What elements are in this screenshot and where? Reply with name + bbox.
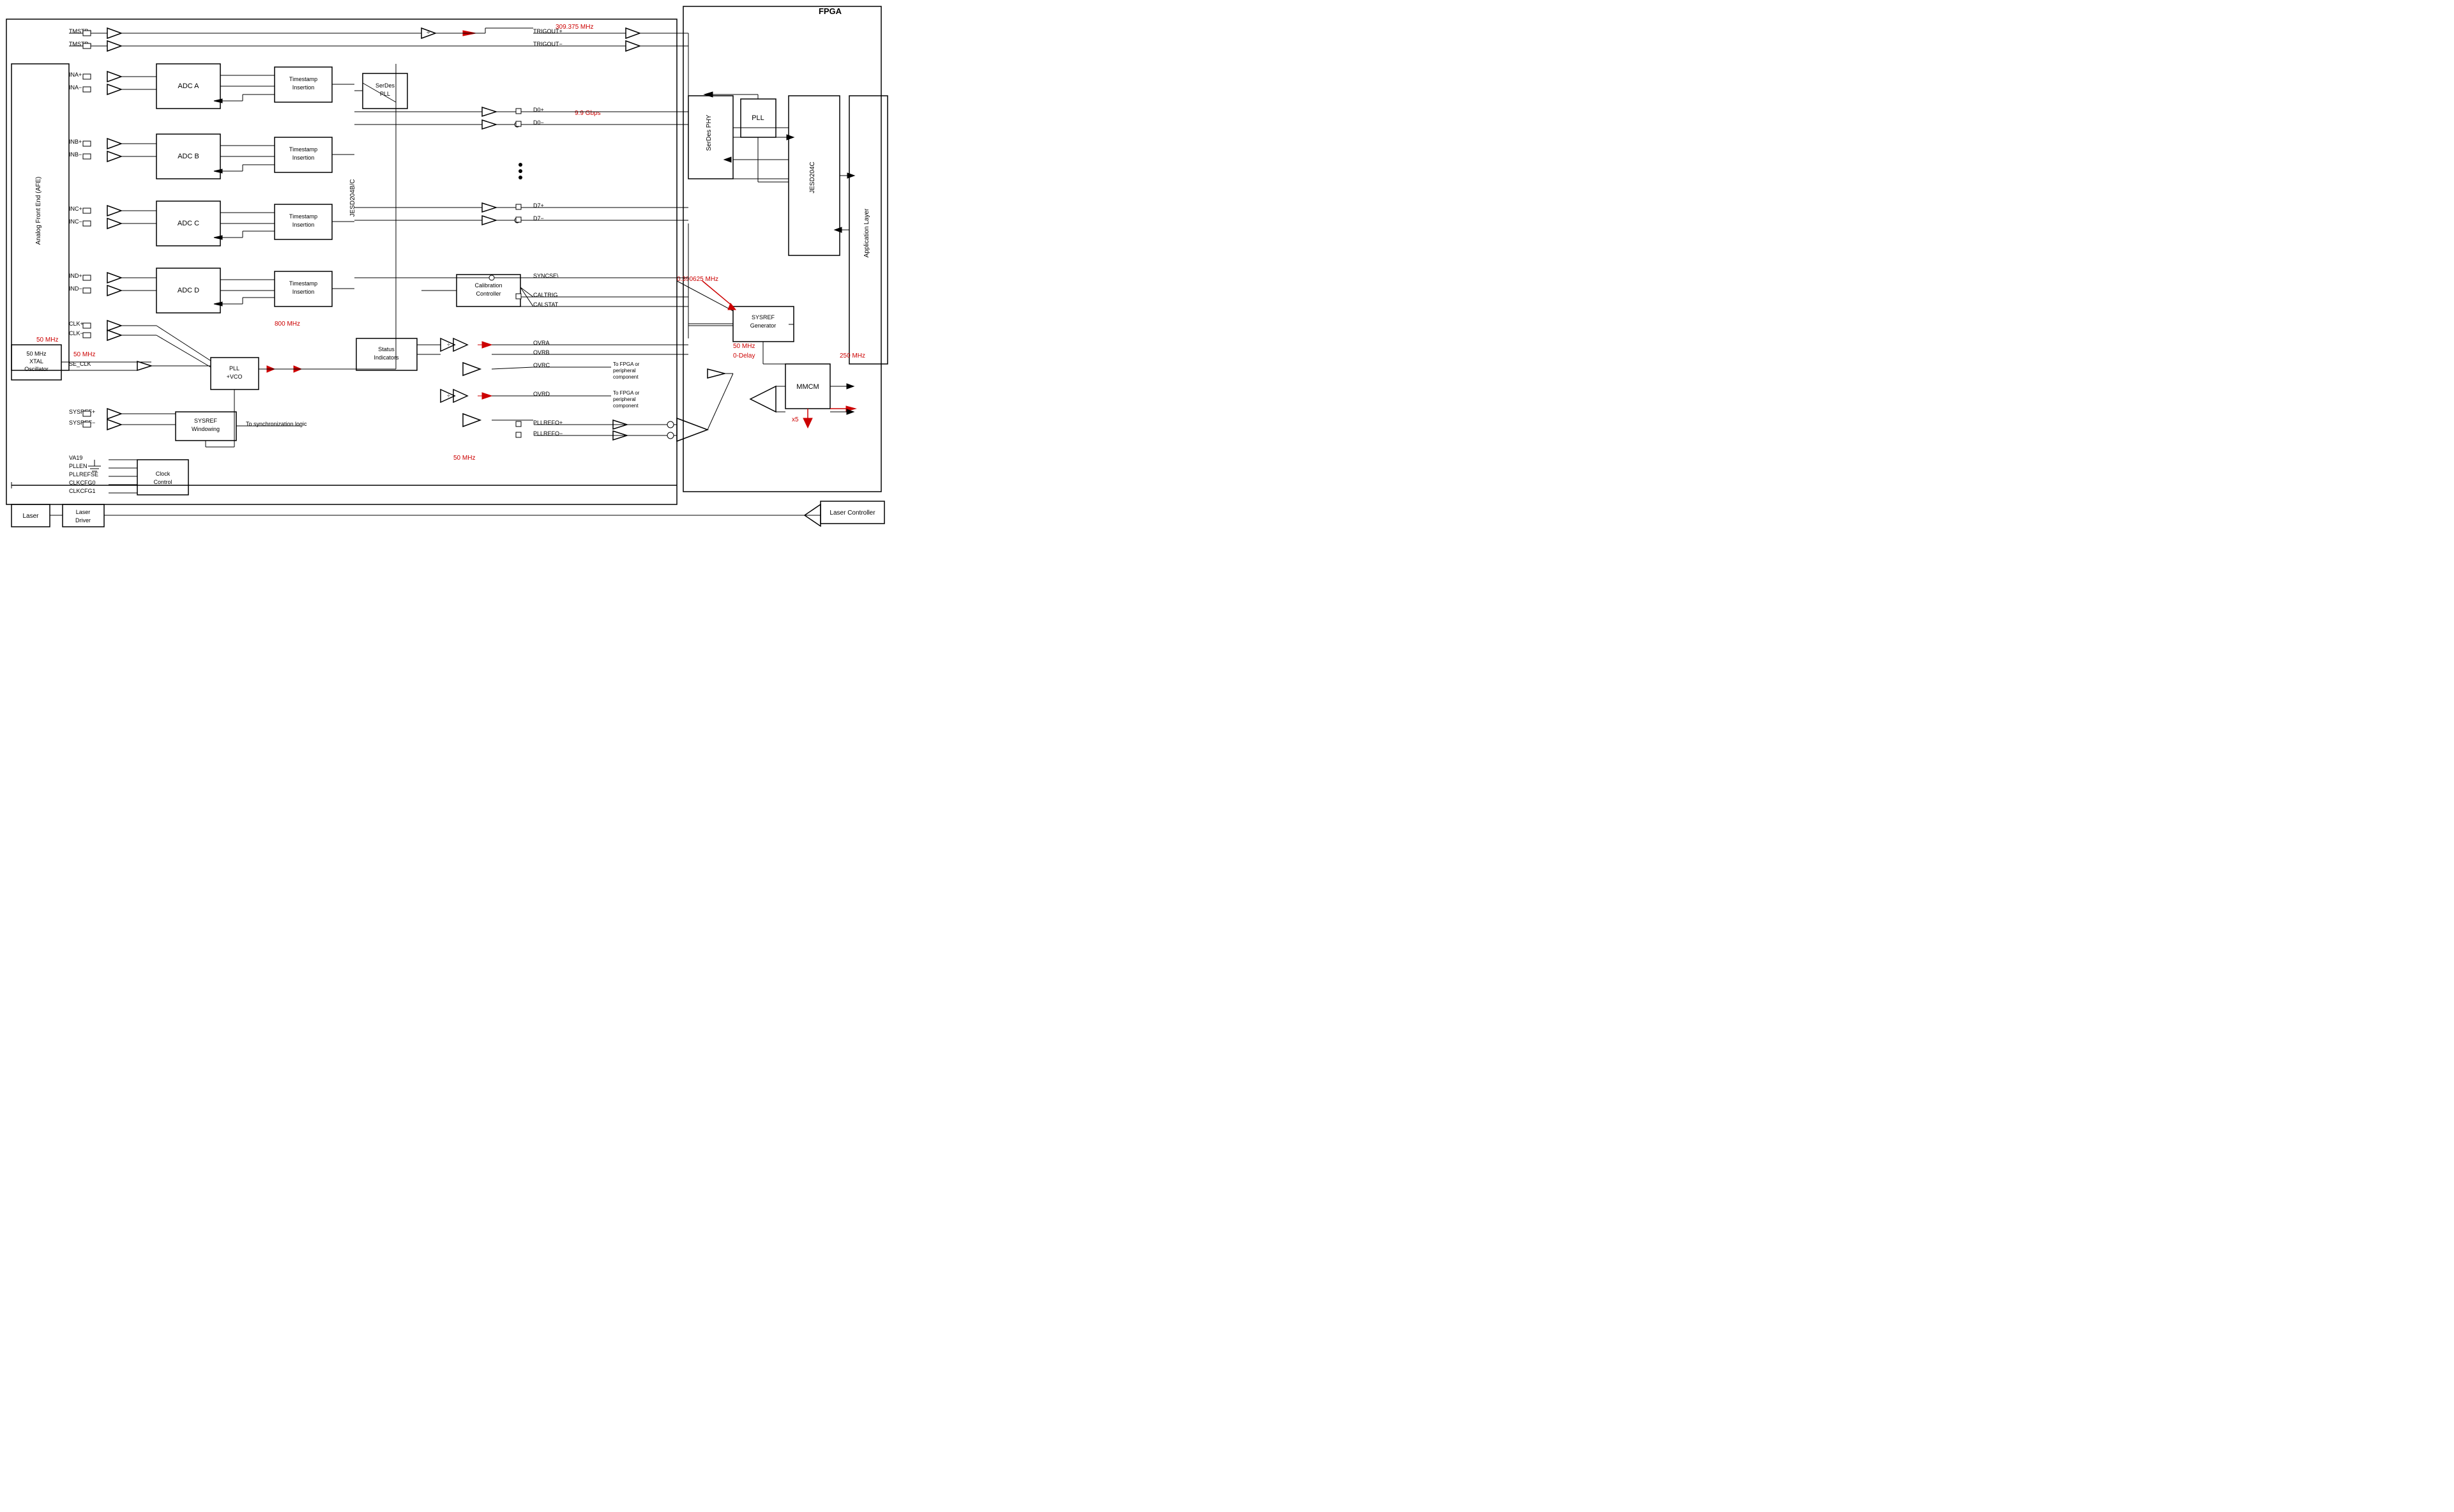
ts-d-label: Timestamp xyxy=(289,280,317,287)
adc-d-label: ADC D xyxy=(178,287,199,294)
freq-50-main-label: 50 MHz xyxy=(453,455,475,462)
svg-text:INB−: INB− xyxy=(69,151,82,158)
svg-text:IND−: IND− xyxy=(69,285,82,292)
svg-text:peripheral: peripheral xyxy=(613,368,636,374)
svg-text:50 MHz: 50 MHz xyxy=(26,351,47,357)
svg-text:INA+: INA+ xyxy=(69,72,82,78)
freq-039-label: 0.390625 MHz xyxy=(677,276,718,283)
laser-driver-label: Laser xyxy=(76,509,91,515)
svg-text:CLKCFG1: CLKCFG1 xyxy=(69,488,96,494)
svg-text:Oscillator: Oscillator xyxy=(24,366,49,372)
freq-x5-label: x5 xyxy=(792,416,799,423)
svg-text:Control: Control xyxy=(153,479,172,485)
mmcm-label: MMCM xyxy=(796,383,819,391)
freq-50-osc-label: 50 MHz xyxy=(36,336,58,344)
adc-c-label: ADC C xyxy=(178,220,199,227)
svg-text:50 MHz: 50 MHz xyxy=(73,351,95,358)
adc-b-label: ADC B xyxy=(178,153,199,160)
svg-text:Generator: Generator xyxy=(750,322,776,329)
jesd204c-label: JESD204C xyxy=(809,162,816,193)
jesd204bc-label: JESD204B/C xyxy=(349,179,356,217)
pll-vco-label: PLL xyxy=(229,365,239,372)
laser-label: Laser xyxy=(22,513,39,520)
laser-ctrl-label: Laser Controller xyxy=(829,510,875,517)
freq-0delay-label: 0-Delay xyxy=(733,352,755,359)
svg-text:PLLEN: PLLEN xyxy=(69,463,87,469)
freq-99-label: 9.9 Gbps xyxy=(575,110,601,117)
svg-text:INB+: INB+ xyxy=(69,139,82,145)
ts-c-label: Timestamp xyxy=(289,213,317,220)
svg-text:SYSREF−: SYSREF− xyxy=(69,420,95,426)
pll-fpga-label: PLL xyxy=(752,114,764,122)
svg-text:Insertion: Insertion xyxy=(292,84,315,91)
svg-text:Controller: Controller xyxy=(476,291,501,297)
svg-text:Insertion: Insertion xyxy=(292,155,315,161)
svg-text:peripheral: peripheral xyxy=(613,397,636,402)
app-layer-label: Application Layer xyxy=(863,208,870,257)
freq-800-label: 800 MHz xyxy=(275,321,300,328)
cal-ctrl-label: Calibration xyxy=(474,282,502,289)
ts-b-label: Timestamp xyxy=(289,146,317,153)
clock-control-label: Clock xyxy=(156,471,170,477)
svg-text:÷: ÷ xyxy=(447,393,450,399)
svg-text:Windowing: Windowing xyxy=(192,426,220,432)
svg-text:÷: ÷ xyxy=(427,29,430,36)
freq-309-label: 309.375 MHz xyxy=(556,24,593,31)
svg-text:VA19: VA19 xyxy=(69,455,82,461)
svg-text:PLLREFSE: PLLREFSE xyxy=(69,471,98,478)
svg-text:INA−: INA− xyxy=(69,84,82,91)
to-fpga2-label: To FPGA or xyxy=(613,390,640,396)
sysref-windowing-label: SYSREF xyxy=(194,418,218,424)
svg-text:component: component xyxy=(613,374,639,380)
svg-text:component: component xyxy=(613,403,639,409)
svg-text:INC−: INC− xyxy=(69,218,82,225)
svg-text:INC+: INC+ xyxy=(69,206,82,212)
adc-a-label: ADC A xyxy=(178,82,199,90)
svg-text:XTAL: XTAL xyxy=(29,358,43,365)
svg-text:÷: ÷ xyxy=(447,342,450,348)
svg-text:+VCO: +VCO xyxy=(227,374,243,380)
freq-250-label: 250 MHz xyxy=(840,352,865,359)
svg-text:Insertion: Insertion xyxy=(292,222,315,228)
svg-text:Driver: Driver xyxy=(75,517,91,524)
ts-a-label: Timestamp xyxy=(289,76,317,82)
svg-text:SYSREF+: SYSREF+ xyxy=(69,409,95,415)
fpga-label: FPGA xyxy=(819,6,842,16)
serdes-phy-label: SerDes PHY xyxy=(706,114,713,151)
to-fpga1-label: To FPGA or xyxy=(613,361,640,367)
svg-text:CLK−: CLK− xyxy=(69,330,84,336)
svg-text:Insertion: Insertion xyxy=(292,289,315,295)
afe-label: Analog Front End (AFE) xyxy=(35,177,42,245)
freq-50-out-label: 50 MHz xyxy=(733,343,755,350)
svg-text:Indicators: Indicators xyxy=(374,354,399,361)
svg-text:IND+: IND+ xyxy=(69,273,82,279)
status-ind-label: Status xyxy=(378,346,395,352)
svg-text:CLK+: CLK+ xyxy=(69,321,84,327)
serdes-pll-label: SerDes xyxy=(375,82,395,89)
sysref-gen-label: SYSREF xyxy=(752,314,775,321)
